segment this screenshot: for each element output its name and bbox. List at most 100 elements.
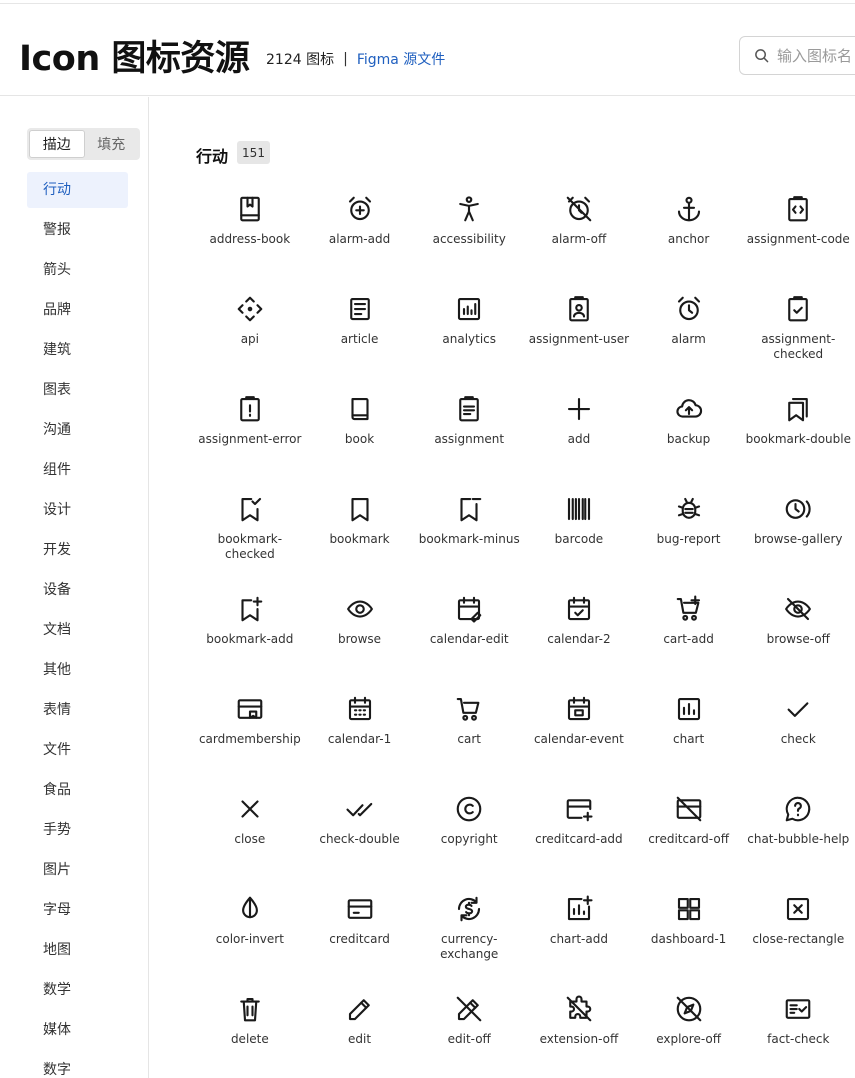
- icon-label: add: [567, 432, 591, 446]
- icon-tile-barcode[interactable]: barcode: [524, 490, 634, 590]
- search-box[interactable]: [739, 36, 855, 75]
- icon-tile-assignment-user[interactable]: assignment-user: [524, 290, 634, 390]
- icon-tile-assignment[interactable]: assignment: [414, 390, 524, 490]
- icon-label: delete: [230, 1032, 269, 1046]
- sidebar-category-item[interactable]: 图表: [27, 372, 128, 408]
- icon-tile-bookmark-checked[interactable]: bookmark-checked: [195, 490, 305, 590]
- sidebar-category-item[interactable]: 表情: [27, 692, 128, 728]
- sidebar-category-item[interactable]: 图片: [27, 852, 128, 888]
- icon-tile-article[interactable]: article: [305, 290, 415, 390]
- icon-tile-bookmark[interactable]: bookmark: [305, 490, 415, 590]
- icon-label: accessibility: [432, 232, 506, 246]
- accessibility-icon: [454, 194, 484, 224]
- icon-tile-edit-off[interactable]: edit-off: [414, 990, 524, 1078]
- icon-tile-calendar-2[interactable]: calendar-2: [524, 590, 634, 690]
- icon-tile-explore-off[interactable]: explore-off: [634, 990, 744, 1078]
- icon-tile-assignment-checked[interactable]: assignment-checked: [743, 290, 853, 390]
- search-input[interactable]: [777, 46, 855, 65]
- sidebar-category-item[interactable]: 开发: [27, 532, 128, 568]
- icon-label: article: [340, 332, 379, 346]
- icon-tile-creditcard-off[interactable]: creditcard-off: [634, 790, 744, 890]
- icon-tile-cart[interactable]: cart: [414, 690, 524, 790]
- icon-tile-analytics[interactable]: analytics: [414, 290, 524, 390]
- sidebar-category-item[interactable]: 数字: [27, 1052, 128, 1078]
- bookmark-checked-icon: [235, 494, 265, 524]
- sidebar-category-item[interactable]: 媒体: [27, 1012, 128, 1048]
- icon-label: close-rectangle: [752, 932, 845, 946]
- icon-tile-chart-add[interactable]: chart-add: [524, 890, 634, 990]
- icon-tile-bookmark-add[interactable]: bookmark-add: [195, 590, 305, 690]
- explore-off-icon: [674, 994, 704, 1024]
- sidebar-category-item[interactable]: 地图: [27, 932, 128, 968]
- sidebar-category-item[interactable]: 数学: [27, 972, 128, 1008]
- icon-tile-calendar-edit[interactable]: calendar-edit: [414, 590, 524, 690]
- icon-tile-extension-off[interactable]: extension-off: [524, 990, 634, 1078]
- creditcard-add-icon: [564, 794, 594, 824]
- icon-label: check-double: [319, 832, 400, 846]
- figma-source-link[interactable]: Figma 源文件: [357, 49, 445, 69]
- toggle-outline[interactable]: 描边: [29, 130, 85, 158]
- sidebar-category-item[interactable]: 字母: [27, 892, 128, 928]
- icon-tile-bookmark-double[interactable]: bookmark-double: [743, 390, 853, 490]
- icon-tile-alarm[interactable]: alarm: [634, 290, 744, 390]
- icon-tile-calendar-event[interactable]: calendar-event: [524, 690, 634, 790]
- icon-tile-close-rectangle[interactable]: close-rectangle: [743, 890, 853, 990]
- icon-tile-browse-off[interactable]: browse-off: [743, 590, 853, 690]
- icon-tile-dashboard-1[interactable]: dashboard-1: [634, 890, 744, 990]
- sidebar-category-item[interactable]: 行动: [27, 172, 128, 208]
- bug-report-icon: [674, 494, 704, 524]
- icon-tile-delete[interactable]: delete: [195, 990, 305, 1078]
- sidebar-category-item[interactable]: 设备: [27, 572, 128, 608]
- icon-tile-alarm-off[interactable]: alarm-off: [524, 190, 634, 290]
- icon-tile-check-double[interactable]: check-double: [305, 790, 415, 890]
- icon-tile-assignment-code[interactable]: assignment-code: [743, 190, 853, 290]
- icon-tile-creditcard-add[interactable]: creditcard-add: [524, 790, 634, 890]
- icon-tile-currency-exchange[interactable]: currency-exchange: [414, 890, 524, 990]
- sidebar-category-item[interactable]: 品牌: [27, 292, 128, 328]
- icon-tile-calendar-1[interactable]: calendar-1: [305, 690, 415, 790]
- sidebar-category-item[interactable]: 组件: [27, 452, 128, 488]
- icon-tile-alarm-add[interactable]: alarm-add: [305, 190, 415, 290]
- icon-tile-api[interactable]: api: [195, 290, 305, 390]
- icon-tile-fact-check[interactable]: fact-check: [743, 990, 853, 1078]
- icon-label: assignment-user: [528, 332, 630, 346]
- sidebar-category-item[interactable]: 设计: [27, 492, 128, 528]
- icon-tile-address-book[interactable]: address-book: [195, 190, 305, 290]
- icon-tile-check[interactable]: check: [743, 690, 853, 790]
- icon-tile-bug-report[interactable]: bug-report: [634, 490, 744, 590]
- icon-tile-close[interactable]: close: [195, 790, 305, 890]
- icon-tile-creditcard[interactable]: creditcard: [305, 890, 415, 990]
- sidebar-category-item[interactable]: 箭头: [27, 252, 128, 288]
- cart-add-icon: [674, 594, 704, 624]
- sidebar-category-item[interactable]: 手势: [27, 812, 128, 848]
- icon-label: browse: [337, 632, 382, 646]
- toggle-filled[interactable]: 填充: [85, 130, 139, 158]
- icon-tile-accessibility[interactable]: accessibility: [414, 190, 524, 290]
- sidebar-category-item[interactable]: 文档: [27, 612, 128, 648]
- icon-tile-cardmembership[interactable]: cardmembership: [195, 690, 305, 790]
- icon-tile-anchor[interactable]: anchor: [634, 190, 744, 290]
- sidebar-category-item[interactable]: 食品: [27, 772, 128, 808]
- icon-tile-color-invert[interactable]: color-invert: [195, 890, 305, 990]
- sidebar-category-item[interactable]: 警报: [27, 212, 128, 248]
- icon-tile-chart[interactable]: chart: [634, 690, 744, 790]
- icon-tile-browse[interactable]: browse: [305, 590, 415, 690]
- icon-tile-backup[interactable]: backup: [634, 390, 744, 490]
- icon-tile-cart-add[interactable]: cart-add: [634, 590, 744, 690]
- sidebar-category-item[interactable]: 建筑: [27, 332, 128, 368]
- icon-tile-edit[interactable]: edit: [305, 990, 415, 1078]
- icon-tile-add[interactable]: add: [524, 390, 634, 490]
- icon-label: alarm-add: [328, 232, 391, 246]
- icon-tile-bookmark-minus[interactable]: bookmark-minus: [414, 490, 524, 590]
- browse-gallery-icon: [783, 494, 813, 524]
- icon-tile-browse-gallery[interactable]: browse-gallery: [743, 490, 853, 590]
- icon-tile-book[interactable]: book: [305, 390, 415, 490]
- sidebar-category-item[interactable]: 文件: [27, 732, 128, 768]
- section-count-badge: 151: [237, 141, 270, 164]
- icon-tile-assignment-error[interactable]: assignment-error: [195, 390, 305, 490]
- sidebar-category-item[interactable]: 其他: [27, 652, 128, 688]
- icon-tile-copyright[interactable]: copyright: [414, 790, 524, 890]
- icon-label: assignment: [434, 432, 505, 446]
- sidebar-category-item[interactable]: 沟通: [27, 412, 128, 448]
- icon-tile-chat-bubble-help[interactable]: chat-bubble-help: [743, 790, 853, 890]
